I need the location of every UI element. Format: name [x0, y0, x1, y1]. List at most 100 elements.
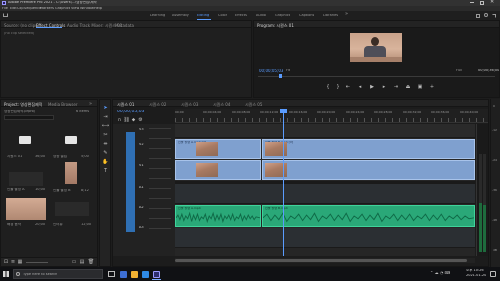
- list-view-icon[interactable]: ≡: [10, 259, 16, 265]
- search-icon[interactable]: [484, 13, 488, 17]
- new-item-icon[interactable]: ▤: [79, 259, 85, 265]
- close-button[interactable]: ✕: [490, 0, 494, 5]
- menu-markers[interactable]: Markers: [40, 7, 54, 11]
- program-fit-select[interactable]: Fit: [286, 69, 290, 73]
- ripple-edit-tool-icon[interactable]: ⟷: [102, 122, 109, 129]
- razor-tool-icon[interactable]: ✂: [102, 131, 109, 138]
- taskbar-time[interactable]: 오후 10:26: [466, 269, 484, 273]
- type-tool-icon[interactable]: T: [102, 167, 109, 174]
- zoom-slider[interactable]: [26, 262, 48, 263]
- tab-project[interactable]: Project: 영상편집제작: [4, 102, 42, 108]
- snap-icon[interactable]: ∩: [117, 117, 122, 123]
- menu-window[interactable]: Window: [80, 7, 94, 11]
- video-clip[interactable]: [262, 160, 475, 180]
- video-clip[interactable]: 인물 촬영 A.mp4 [V]: [175, 139, 261, 159]
- tab-source[interactable]: Source: (no clips): [4, 23, 39, 28]
- notification-icon[interactable]: [490, 271, 496, 277]
- scrollbar-thumb[interactable]: [175, 259, 467, 262]
- video-clip[interactable]: [175, 160, 261, 180]
- taskbar-search-input[interactable]: Type here to search: [13, 269, 103, 279]
- project-item[interactable]: 시퀀스 01 36;00: [5, 136, 47, 168]
- maximize-button[interactable]: [480, 1, 484, 5]
- menu-graphics[interactable]: Graphics: [55, 7, 70, 11]
- workspace-audio[interactable]: Audio: [256, 14, 266, 18]
- workspace-assembly[interactable]: Assembly: [172, 14, 189, 18]
- taskbar-app-icon[interactable]: [120, 271, 127, 278]
- add-button-icon[interactable]: +: [428, 83, 436, 91]
- track-select-tool-icon[interactable]: ⇥: [102, 113, 109, 120]
- tab-overflow-icon[interactable]: »: [89, 101, 92, 107]
- project-item[interactable]: 인터뷰 12;00: [51, 198, 93, 230]
- workspace-learning[interactable]: Learning: [150, 14, 165, 18]
- workspace-color[interactable]: Color: [218, 14, 227, 18]
- playhead-handle[interactable]: [280, 109, 287, 113]
- linked-selection-icon[interactable]: ⛓: [123, 117, 129, 123]
- menu-help[interactable]: Help: [94, 7, 102, 11]
- timeline-timecode[interactable]: 00;00;05;03: [117, 110, 144, 115]
- tab-sequence-03[interactable]: 시퀀스 03: [181, 102, 198, 108]
- menu-view[interactable]: View: [71, 7, 79, 11]
- mark-in-icon[interactable]: {: [324, 83, 332, 91]
- workspace-captions[interactable]: Captions: [299, 14, 314, 18]
- lock-icon[interactable]: ⊡: [3, 259, 9, 265]
- track-lock-icons[interactable]: [149, 128, 171, 238]
- trash-icon[interactable]: 🗑: [88, 259, 94, 265]
- windows-start-icon[interactable]: [3, 271, 9, 277]
- menu-edit[interactable]: Edit: [10, 7, 17, 11]
- slip-tool-icon[interactable]: ⇹: [102, 140, 109, 147]
- tab-sequence-02[interactable]: 시퀀스 02: [149, 102, 166, 108]
- step-back-icon[interactable]: ◂: [356, 83, 364, 91]
- tab-sequence-01[interactable]: 시퀀스 01: [117, 102, 134, 108]
- track-label-a3[interactable]: A3: [139, 226, 144, 230]
- icon-view-icon[interactable]: ▦: [17, 259, 23, 265]
- track-label-a2[interactable]: A2: [139, 206, 144, 210]
- mark-out-icon[interactable]: }: [334, 83, 342, 91]
- workspace-libraries[interactable]: Libraries: [323, 14, 338, 18]
- workspace-editing[interactable]: Editing: [197, 14, 209, 18]
- go-to-out-icon[interactable]: ⇥: [392, 83, 400, 91]
- program-title[interactable]: Program: 시퀀스 01: [257, 23, 294, 29]
- add-marker-icon[interactable]: ⬥: [131, 117, 136, 123]
- program-timecode[interactable]: 00;00;05;03: [259, 69, 283, 73]
- premiere-taskbar-icon[interactable]: [153, 271, 160, 278]
- project-item[interactable]: 인물 촬영 B 8;12: [51, 162, 93, 198]
- go-to-in-icon[interactable]: ⇤: [344, 83, 352, 91]
- program-quality-select[interactable]: Full: [456, 69, 462, 73]
- project-search-input[interactable]: [4, 115, 54, 120]
- tab-media-browser[interactable]: Media Browser: [48, 102, 78, 107]
- taskbar-app-icon[interactable]: [131, 271, 138, 278]
- audio-clip[interactable]: 인물 촬영 A.mp4: [175, 205, 261, 227]
- track-label-v2[interactable]: V2: [139, 143, 144, 147]
- lift-icon[interactable]: ⏏: [404, 83, 412, 91]
- hand-tool-icon[interactable]: ✋: [102, 158, 109, 165]
- timeline-playhead[interactable]: [283, 109, 284, 256]
- workspace-effects[interactable]: Effects: [235, 14, 247, 18]
- track-label-v1[interactable]: V1: [139, 164, 144, 168]
- new-bin-icon[interactable]: ▭: [71, 259, 77, 265]
- step-forward-icon[interactable]: ▸: [380, 83, 388, 91]
- tab-sequence-04[interactable]: 시퀀스 04: [213, 102, 230, 108]
- timeline-scrollbar[interactable]: [175, 258, 475, 263]
- tab-metadata[interactable]: Metadata: [115, 23, 134, 28]
- export-frame-icon[interactable]: ▣: [416, 83, 424, 91]
- tracks-area[interactable]: 인물 촬영 A.mp4 [V] 인물 촬영 B.mp4 [V] 인물 촬영 A.…: [175, 109, 475, 256]
- share-icon[interactable]: [476, 14, 480, 18]
- wrench-icon[interactable]: ⚙: [138, 117, 143, 123]
- selection-tool-icon[interactable]: ➤: [102, 104, 109, 111]
- expand-icon[interactable]: [492, 14, 496, 18]
- program-scrubber[interactable]: [258, 76, 495, 77]
- audio-clip[interactable]: 인물 촬영 B.mp4: [262, 205, 475, 227]
- track-label-a1[interactable]: A1: [139, 186, 144, 190]
- track-label-v3[interactable]: V3: [139, 128, 144, 132]
- video-clip[interactable]: 인물 촬영 B.mp4 [V]: [262, 139, 475, 159]
- menu-file[interactable]: File: [2, 7, 8, 11]
- project-item[interactable]: 인물 촬영 A 10;00: [5, 168, 47, 198]
- pen-tool-icon[interactable]: ✎: [102, 149, 109, 156]
- taskbar-app-icon[interactable]: [142, 271, 149, 278]
- tab-audio-mixer[interactable]: Audio Track Mixer: 시퀀스 01: [67, 23, 122, 29]
- program-playhead[interactable]: [279, 74, 282, 78]
- taskbar-date[interactable]: 2021-01-20: [466, 274, 486, 278]
- workspace-graphics[interactable]: Graphics: [275, 14, 290, 18]
- tab-sequence-05[interactable]: 시퀀스 05: [245, 102, 262, 108]
- workspace-overflow-icon[interactable]: »: [345, 12, 348, 17]
